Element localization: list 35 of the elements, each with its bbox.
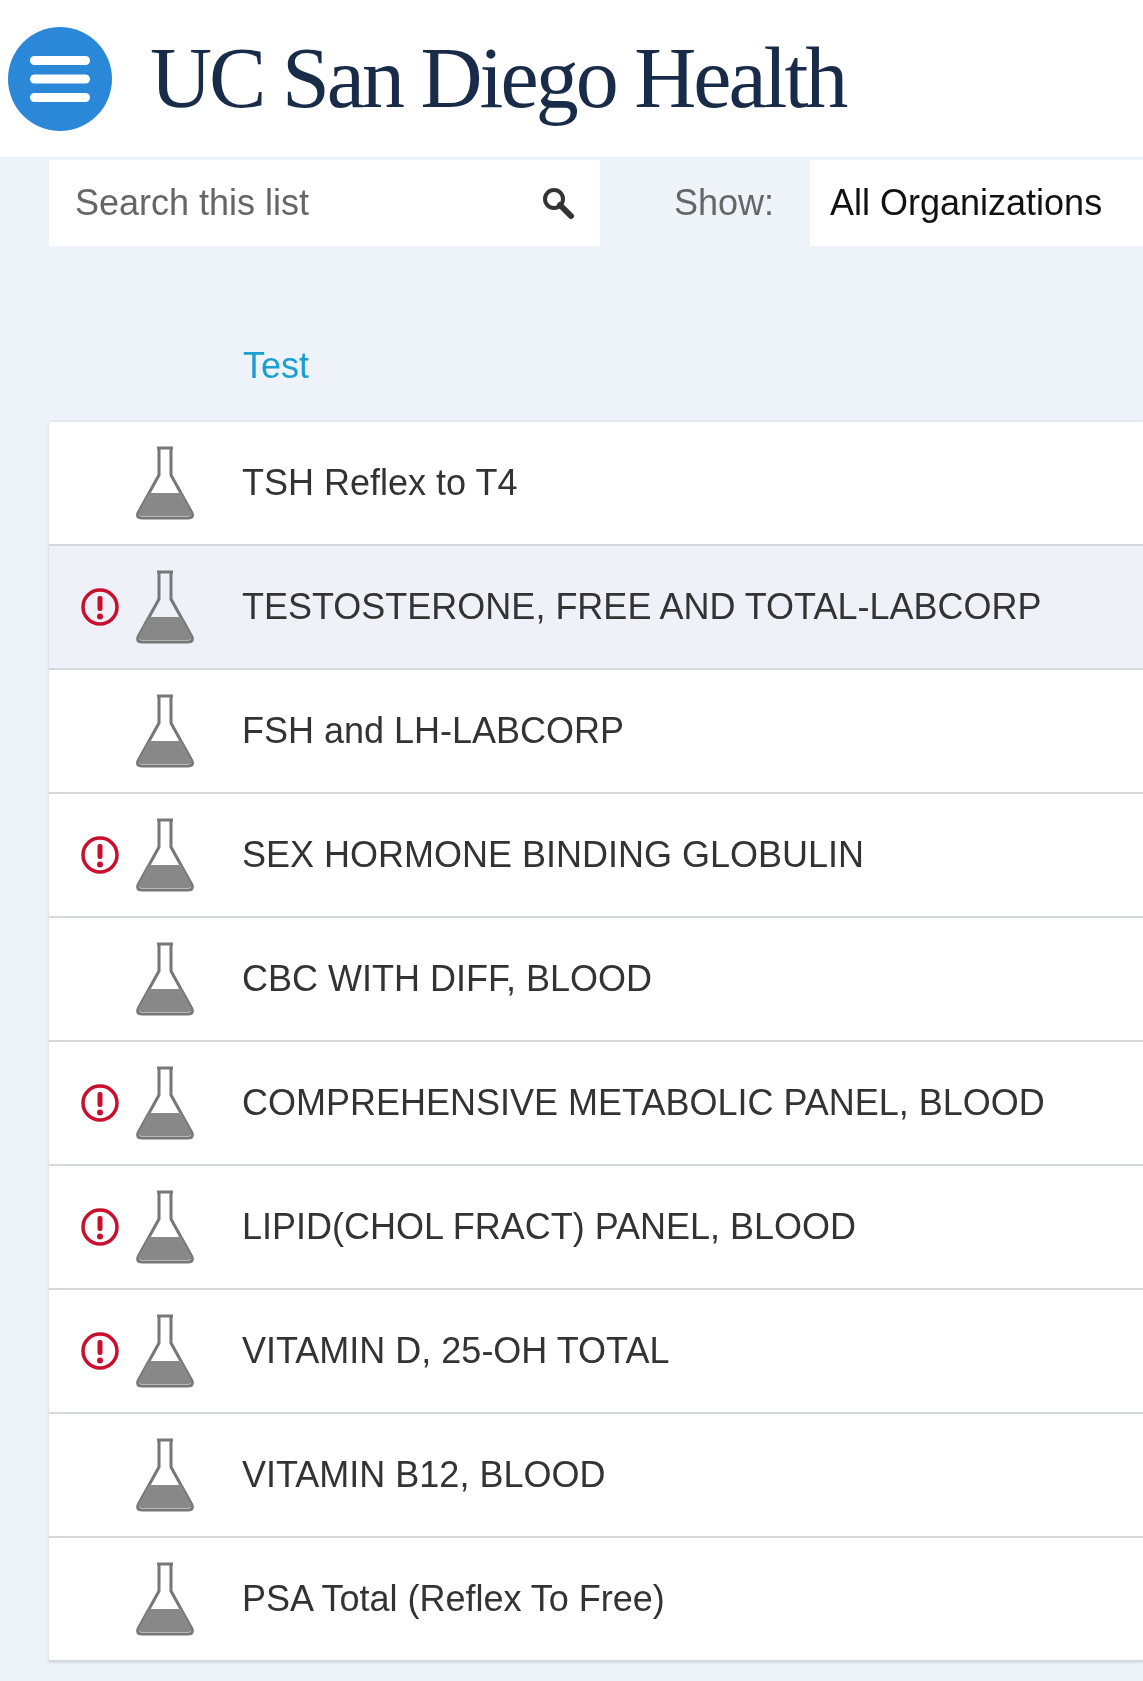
flask-icon [134, 569, 196, 645]
list-row[interactable]: SEX HORMONE BINDING GLOBULIN [49, 794, 1143, 918]
filter-label: Show: [674, 182, 776, 224]
flask-icon [134, 1065, 196, 1141]
list-row[interactable]: FSH and LH-LABCORP [49, 670, 1143, 794]
test-name: FSH and LH-LABCORP [242, 710, 625, 752]
test-name: VITAMIN D, 25-OH TOTAL [242, 1330, 670, 1372]
flask-icon [134, 693, 196, 769]
search-field[interactable]: Search this list [49, 160, 600, 246]
list-row[interactable]: VITAMIN B12, BLOOD [49, 1414, 1143, 1538]
search-icon [540, 185, 576, 221]
list-row[interactable]: LIPID(CHOL FRACT) PANEL, BLOOD [49, 1166, 1143, 1290]
list-row[interactable]: TESTOSTERONE, FREE AND TOTAL-LABCORP [49, 546, 1143, 670]
list-row[interactable]: VITAMIN D, 25-OH TOTAL [49, 1290, 1143, 1414]
flask-icon [134, 1189, 196, 1265]
list-row[interactable]: COMPREHENSIVE METABOLIC PANEL, BLOOD [49, 1042, 1143, 1166]
flask-icon [134, 941, 196, 1017]
test-name: PSA Total (Reflex To Free) [242, 1578, 665, 1620]
test-name: TSH Reflex to T4 [242, 462, 518, 504]
flask-icon [134, 817, 196, 893]
menu-icon [30, 55, 90, 102]
test-name: TESTOSTERONE, FREE AND TOTAL-LABCORP [242, 586, 1042, 628]
test-name: SEX HORMONE BINDING GLOBULIN [242, 834, 865, 876]
flask-icon [134, 1437, 196, 1513]
flask-icon [134, 1561, 196, 1637]
flask-icon [134, 1313, 196, 1389]
test-name: VITAMIN B12, BLOOD [242, 1454, 606, 1496]
test-name: CBC WITH DIFF, BLOOD [242, 958, 652, 1000]
test-name: LIPID(CHOL FRACT) PANEL, BLOOD [242, 1206, 857, 1248]
organization-dropdown[interactable]: All Organizations [810, 160, 1143, 246]
logo[interactable]: UC San Diego Health [150, 24, 850, 133]
list-row[interactable]: CBC WITH DIFF, BLOOD [49, 918, 1143, 1042]
test-name: COMPREHENSIVE METABOLIC PANEL, BLOOD [242, 1082, 1045, 1124]
list-row[interactable]: PSA Total (Reflex To Free) [49, 1538, 1143, 1662]
flask-icon [134, 445, 196, 521]
